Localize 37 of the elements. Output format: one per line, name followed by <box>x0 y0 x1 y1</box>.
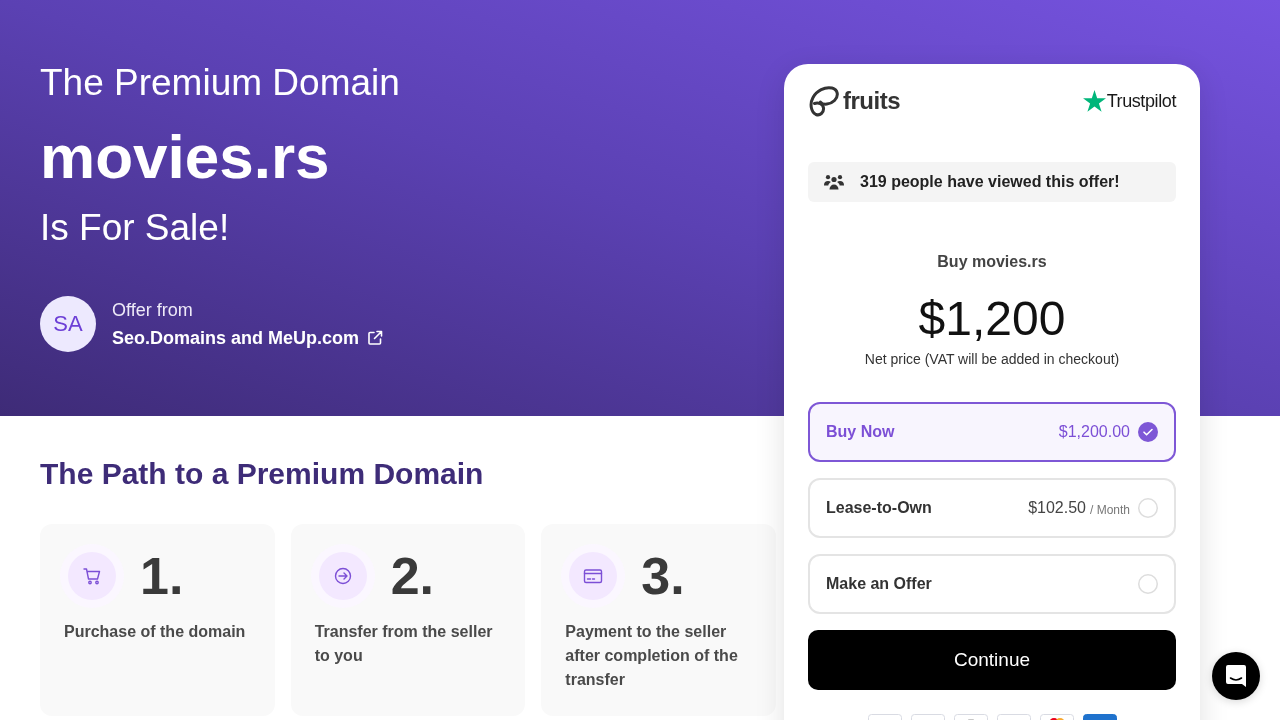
radio-checked-icon <box>1138 422 1158 442</box>
views-text: 319 people have viewed this offer! <box>860 173 1120 191</box>
step-description: Transfer from the seller to you <box>314 622 494 666</box>
external-link-icon <box>367 330 384 346</box>
continue-button[interactable]: Continue <box>808 630 1176 690</box>
arrow-circle-icon <box>310 544 375 608</box>
step-description: Purchase of the domain <box>64 622 247 642</box>
purchase-option[interactable]: Buy Now $1,200.00 <box>808 402 1176 462</box>
star-icon <box>1082 90 1106 112</box>
domain-name: movies.rs <box>40 121 330 193</box>
price-period: / Month <box>1089 502 1130 517</box>
radio-icon <box>1138 574 1158 594</box>
brand-name: fruits <box>843 87 900 115</box>
price: $1,200 <box>917 291 1067 347</box>
option-price: $1,200.00 <box>1058 423 1130 441</box>
purchase-option[interactable]: Lease-to-Own $102.50 / Month <box>808 478 1176 538</box>
step-number: 3. <box>641 546 685 606</box>
people-icon <box>824 174 844 190</box>
swirl-logo-icon <box>808 85 840 117</box>
rating-brand: Trustpilot <box>1106 90 1176 112</box>
seller-link[interactable]: Seo.Domains and MeUp.com <box>112 326 384 350</box>
hero-tagline: Is For Sale! <box>40 206 230 250</box>
credit-card-icon <box>561 544 626 608</box>
hero-eyebrow: The Premium Domain <box>40 61 400 105</box>
step-description: Payment to the seller after completion of the transfer <box>565 622 739 690</box>
chat-icon <box>1225 664 1247 688</box>
buy-heading: Buy movies.rs <box>936 252 1048 272</box>
offer-label: Offer from <box>112 299 193 322</box>
chat-button[interactable] <box>1212 652 1260 700</box>
step-number: 1. <box>140 546 184 606</box>
option-price: $102.50 <box>1028 499 1086 517</box>
section-heading: The Path to a Premium Domain <box>40 456 485 492</box>
purchase-option[interactable]: Make an Offer <box>808 554 1176 614</box>
radio-icon <box>1138 498 1158 518</box>
cart-icon <box>60 544 124 608</box>
step-number: 2. <box>390 546 435 606</box>
price-note: Net price (VAT will be added in checkout) <box>863 350 1121 369</box>
